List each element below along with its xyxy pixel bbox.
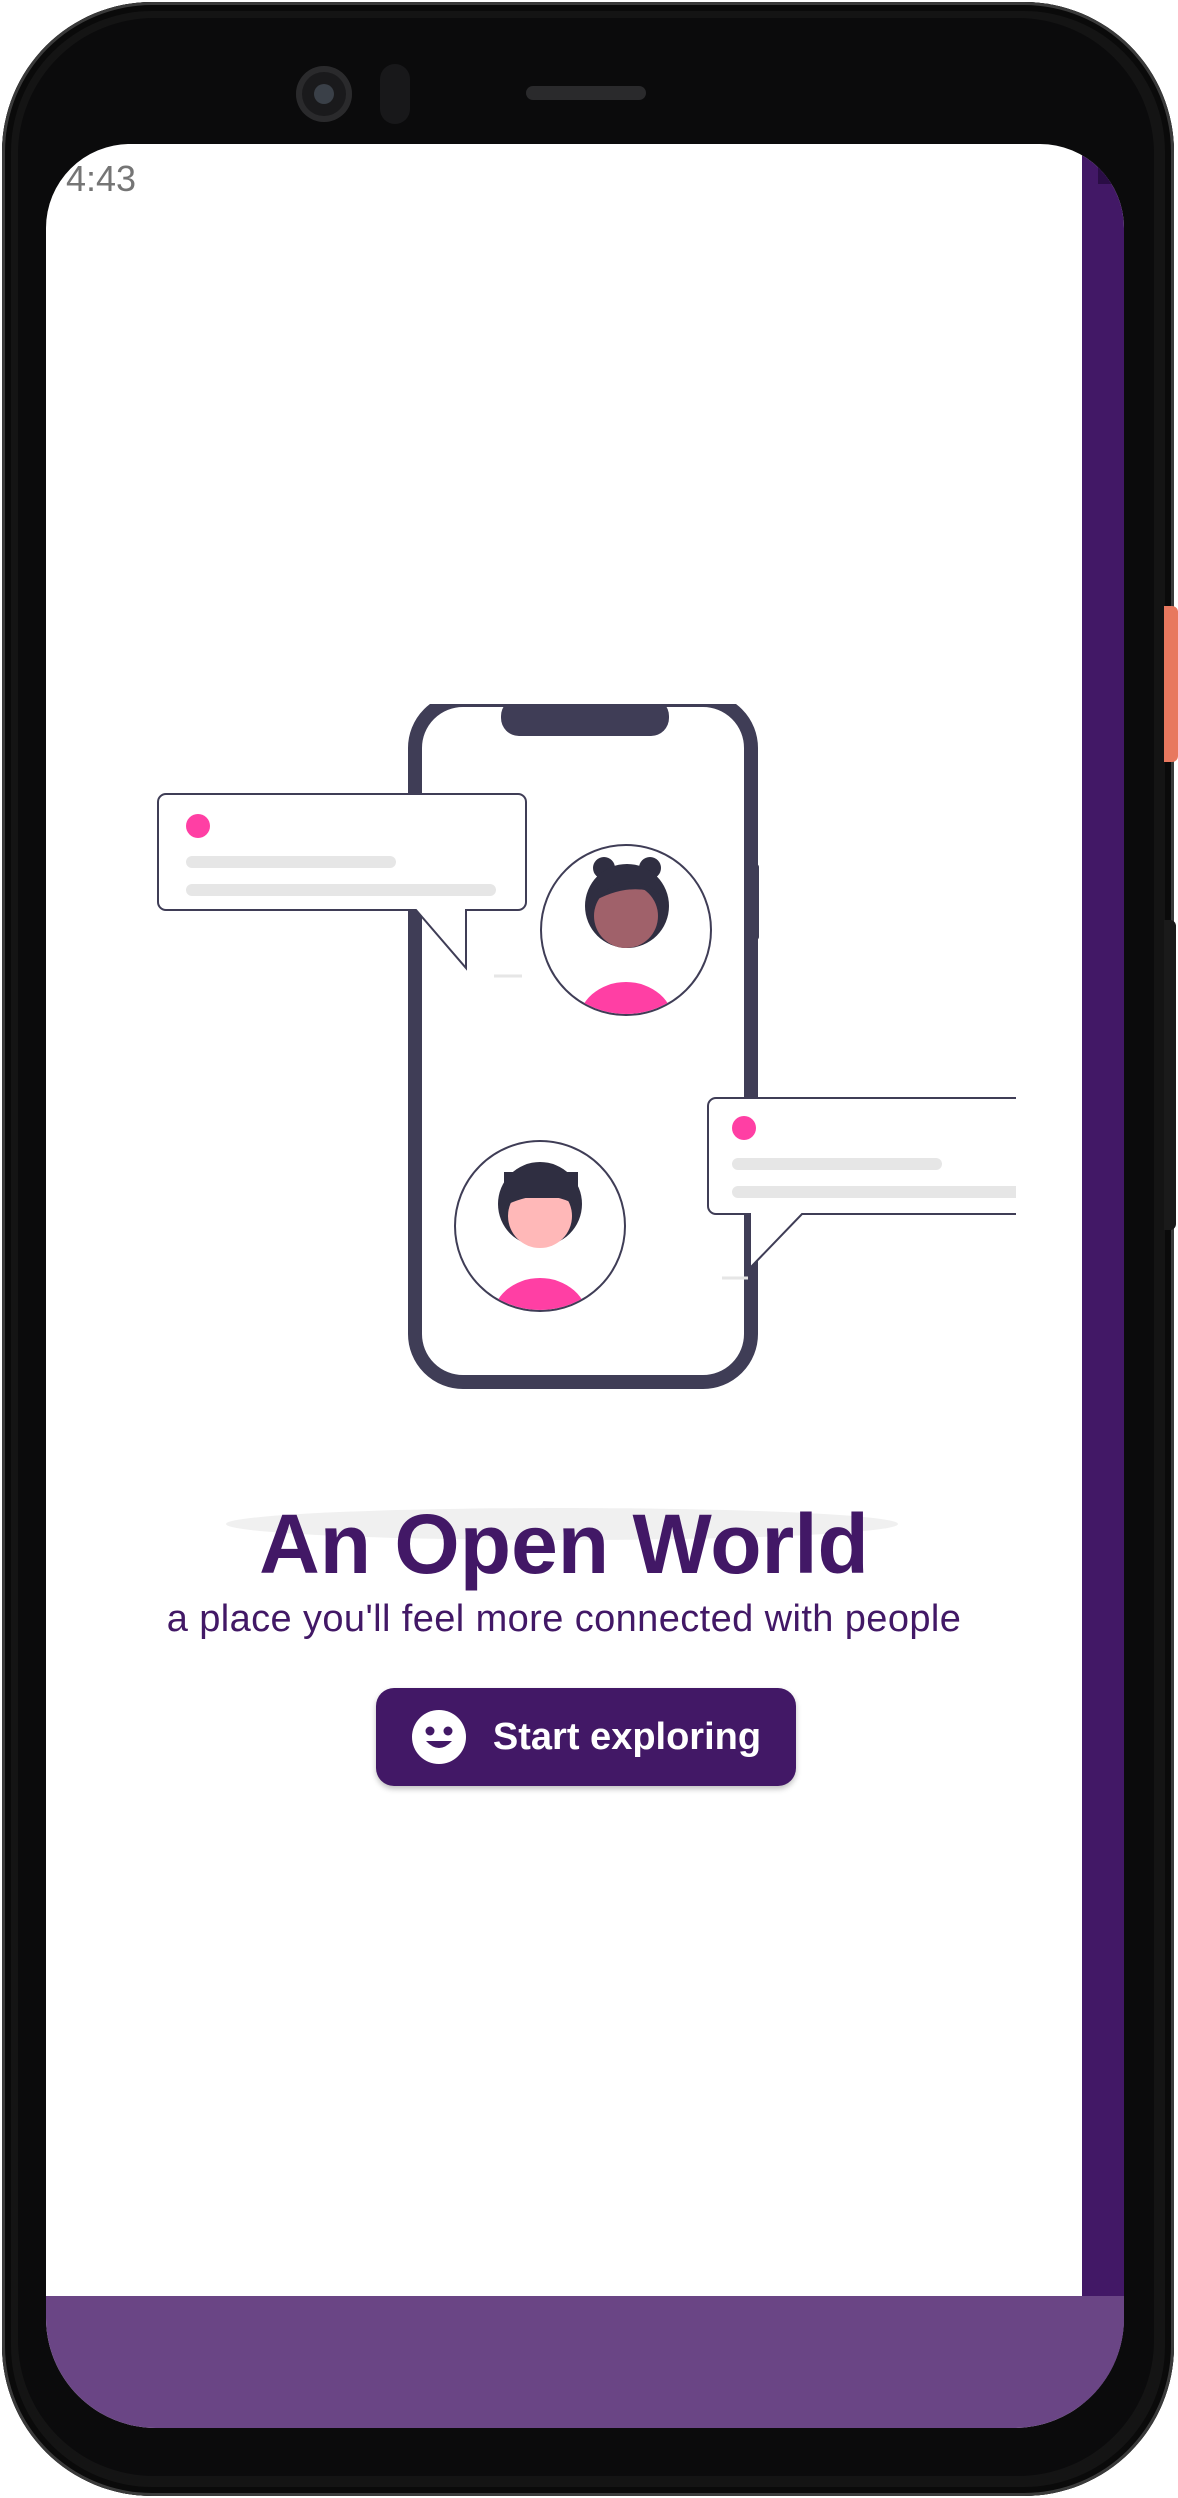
status-indicator-icon	[1098, 156, 1118, 184]
phone-notch	[501, 704, 669, 736]
text-line	[186, 884, 496, 896]
phone-side-button	[751, 864, 759, 940]
start-exploring-button[interactable]: Start exploring	[376, 1688, 796, 1786]
smiley-face-icon	[411, 1710, 466, 1764]
power-button	[1164, 606, 1178, 762]
onboarding-title: An Open World	[259, 1497, 869, 1591]
notification-dot-icon	[732, 1116, 756, 1140]
earpiece-speaker	[526, 86, 646, 100]
proximity-sensor	[380, 64, 410, 124]
text-line	[732, 1186, 1016, 1198]
chat-illustration	[157, 704, 1016, 1540]
system-navigation-bar	[46, 2296, 1124, 2428]
text-line	[186, 856, 396, 868]
notification-dot-icon	[186, 814, 210, 838]
device-frame: 4:43 An Open World a place you'll feel m…	[0, 0, 1178, 2498]
onboarding-subtitle: a place you'll feel more connected with …	[166, 1598, 962, 1640]
app-screen: 4:43 An Open World a place you'll feel m…	[46, 144, 1124, 2428]
volume-button	[1164, 920, 1176, 1230]
text-line	[732, 1158, 942, 1170]
navigation-drawer-edge[interactable]	[1082, 144, 1124, 2428]
start-exploring-label: Start exploring	[492, 1715, 762, 1758]
status-bar-time: 4:43	[66, 158, 137, 199]
front-camera-icon	[296, 66, 352, 122]
